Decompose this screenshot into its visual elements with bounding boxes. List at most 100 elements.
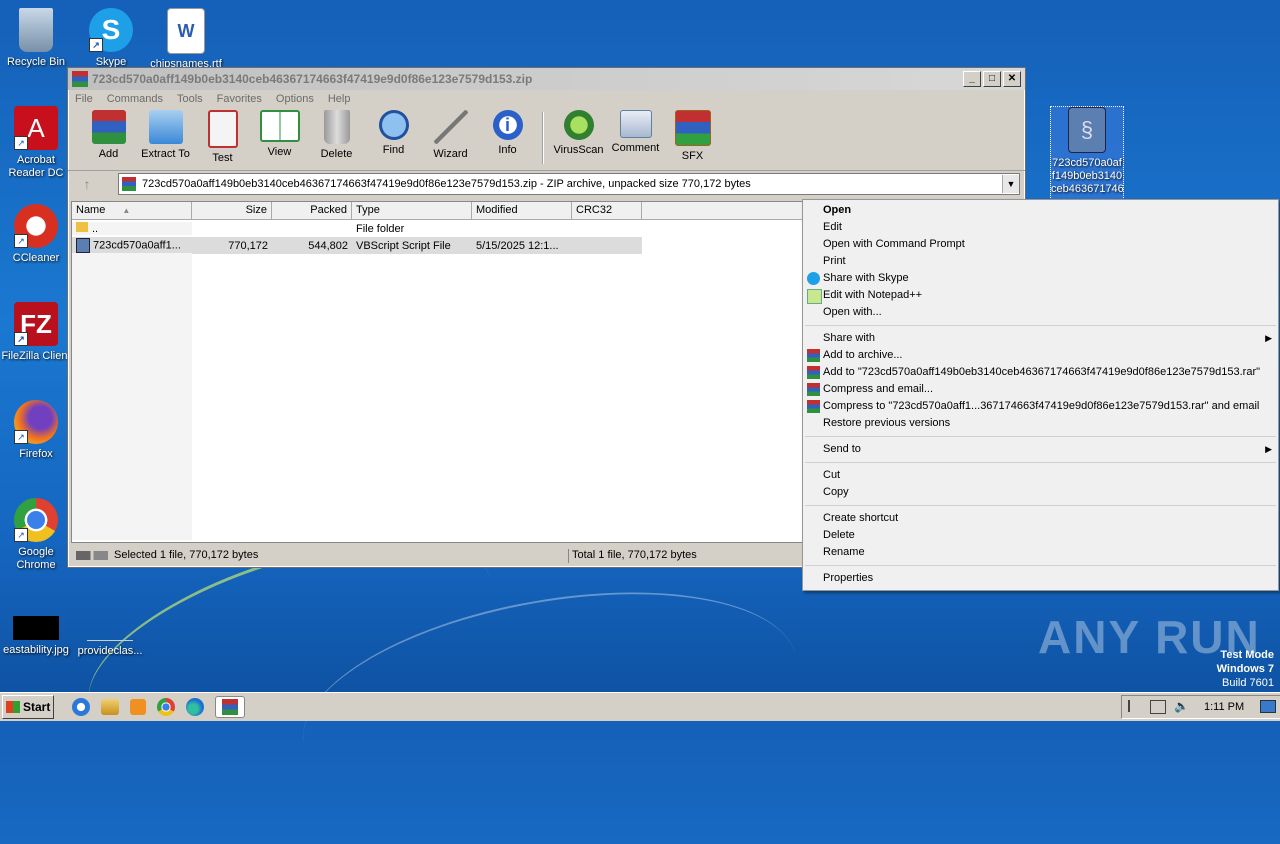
menu-open[interactable]: Open [803, 202, 1278, 219]
path-combobox[interactable]: 723cd570a0aff149b0eb3140ceb46367174663f4… [118, 173, 1020, 195]
menu-compress-and-email[interactable]: Compress and email... [803, 381, 1278, 398]
menu-open-with[interactable]: Open with... [803, 304, 1278, 321]
network-icon[interactable] [1150, 700, 1166, 714]
menu-create-shortcut[interactable]: Create shortcut [803, 510, 1278, 527]
up-arrow-icon[interactable]: ↑ [74, 174, 100, 194]
menu-tools[interactable]: Tools [177, 93, 203, 105]
desktop-icon-label: eastability.jpg [3, 644, 69, 656]
menu-copy[interactable]: Copy [803, 484, 1278, 501]
menu-open-with-command-prompt[interactable]: Open with Command Prompt [803, 236, 1278, 253]
skype-icon [807, 272, 820, 285]
menu-edit-with-notepad[interactable]: Edit with Notepad++ [803, 287, 1278, 304]
path-text: 723cd570a0aff149b0eb3140ceb46367174663f4… [142, 178, 751, 190]
chevron-right-icon: ▶ [1265, 444, 1272, 454]
firefox-icon: ↗ [14, 400, 58, 444]
column-crc32[interactable]: CRC32 [572, 202, 642, 219]
row-packed: 544,802 [308, 239, 348, 252]
zip-archive-icon [122, 177, 136, 191]
column-modified[interactable]: Modified [472, 202, 572, 219]
volume-icon[interactable]: 🔈 [1174, 699, 1189, 713]
media-player-icon[interactable] [130, 699, 146, 715]
menu-rename[interactable]: Rename [803, 544, 1278, 561]
minimize-button[interactable]: _ [963, 71, 981, 87]
menu-help[interactable]: Help [328, 93, 351, 105]
maximize-button[interactable]: □ [983, 71, 1001, 87]
chevron-right-icon: ▶ [1265, 333, 1272, 343]
menu-restore-previous-versions[interactable]: Restore previous versions [803, 415, 1278, 432]
menu-share-with-skype[interactable]: Share with Skype [803, 270, 1278, 287]
desktop-icon-eastability[interactable]: eastability.jpg [0, 616, 72, 657]
delete-button[interactable]: Delete [308, 108, 365, 160]
menu-file[interactable]: File [75, 93, 93, 105]
menu-cut[interactable]: Cut [803, 467, 1278, 484]
comment-button[interactable]: Comment [607, 108, 664, 154]
info-button[interactable]: i Info [479, 108, 536, 156]
menu-label: Rename [823, 546, 865, 558]
windows-logo-icon [6, 701, 20, 713]
menu-label: Edit with Notepad++ [823, 289, 923, 301]
menu-add-to-archive[interactable]: Add to archive... [803, 347, 1278, 364]
column-type[interactable]: Type [352, 202, 472, 219]
show-desktop-icon[interactable] [1260, 700, 1276, 713]
menu-favorites[interactable]: Favorites [217, 93, 262, 105]
title-bar[interactable]: 723cd570a0aff149b0eb3140ceb46367174663f4… [68, 68, 1025, 90]
internet-explorer-icon[interactable] [72, 698, 90, 716]
chrome-icon[interactable] [157, 698, 175, 716]
find-button[interactable]: Find [365, 108, 422, 156]
menu-add-to-rar[interactable]: Add to "723cd570a0aff149b0eb3140ceb46367… [803, 364, 1278, 381]
watermark-line-2: Windows 7 [1216, 663, 1274, 675]
flag-icon[interactable] [1128, 700, 1142, 712]
sfx-button[interactable]: SFX [664, 108, 721, 162]
winrar-taskbar-button[interactable] [215, 696, 245, 718]
menu-label: Compress to "723cd570a0aff1...367174663f… [823, 400, 1260, 412]
menu-compress-to-rar-and-email[interactable]: Compress to "723cd570a0aff1...367174663f… [803, 398, 1278, 415]
menu-delete[interactable]: Delete [803, 527, 1278, 544]
desktop-icon-recycle-bin[interactable]: Recycle Bin [0, 8, 72, 69]
window-title: 723cd570a0aff149b0eb3140ceb46367174663f4… [92, 72, 533, 86]
column-packed[interactable]: Packed [272, 202, 352, 219]
menu-share-with[interactable]: Share with ▶ [803, 330, 1278, 347]
taskbar: Start 🔈 1:11 PM [0, 692, 1280, 721]
view-label: View [267, 146, 292, 158]
test-button[interactable]: Test [194, 108, 251, 164]
clock[interactable]: 1:11 PM [1204, 701, 1244, 713]
close-button[interactable]: ✕ [1003, 71, 1021, 87]
notepad-plus-icon [807, 289, 822, 304]
menu-options[interactable]: Options [276, 93, 314, 105]
list-item-selected[interactable]: 723cd570a0aff1... 770,172 544,802 VBScri… [72, 237, 642, 254]
add-button[interactable]: Add [80, 108, 137, 160]
extract-to-label: Extract To [141, 148, 190, 160]
desktop-icon-provideclas[interactable]: provideclas... [74, 616, 146, 658]
chevron-down-icon[interactable]: ▼ [1002, 175, 1019, 193]
row-name: 723cd570a0aff1... [93, 239, 181, 252]
virusscan-button[interactable]: VirusScan [550, 108, 607, 156]
desktop-icon-firefox[interactable]: ↗ Firefox [0, 400, 72, 461]
menu-properties[interactable]: Properties [803, 570, 1278, 587]
sfx-box-icon [674, 110, 711, 146]
image-file-icon [13, 616, 59, 640]
acrobat-icon: A ↗ [14, 106, 58, 150]
menu-commands[interactable]: Commands [107, 93, 163, 105]
desktop-icon-acrobat[interactable]: A ↗ Acrobat Reader DC [0, 106, 72, 180]
desktop-icon-ccleaner[interactable]: ↗ CCleaner [0, 204, 72, 265]
view-button[interactable]: View [251, 108, 308, 158]
row-name-cell: 723cd570a0aff1... [72, 238, 192, 253]
wizard-label: Wizard [433, 148, 468, 160]
menu-edit[interactable]: Edit [803, 219, 1278, 236]
desktop-icon-filezilla[interactable]: FZ ↗ FileZilla Client [0, 302, 72, 363]
menu-label: Add to "723cd570a0aff149b0eb3140ceb46367… [823, 366, 1261, 378]
desktop-icon-skype[interactable]: S ↗ Skype [75, 8, 147, 69]
extract-to-button[interactable]: Extract To [137, 108, 194, 160]
file-explorer-icon[interactable] [101, 699, 119, 715]
wizard-button[interactable]: Wizard [422, 108, 479, 160]
menu-print[interactable]: Print [803, 253, 1278, 270]
column-name[interactable]: Name ▲ [72, 202, 192, 219]
start-button[interactable]: Start [2, 695, 54, 719]
desktop-icon-vbs-file[interactable]: § 723cd570a0af f149b0eb3140 ceb463671746 [1050, 106, 1124, 200]
column-size[interactable]: Size [192, 202, 272, 219]
desktop-icon-chrome[interactable]: ↗ Google Chrome [0, 498, 72, 572]
add-label: Add [98, 148, 119, 160]
edge-icon[interactable] [186, 698, 204, 716]
menu-send-to[interactable]: Send to ▶ [803, 441, 1278, 458]
desktop-icon-chipsnames[interactable]: W chipsnames.rtf [150, 8, 222, 71]
